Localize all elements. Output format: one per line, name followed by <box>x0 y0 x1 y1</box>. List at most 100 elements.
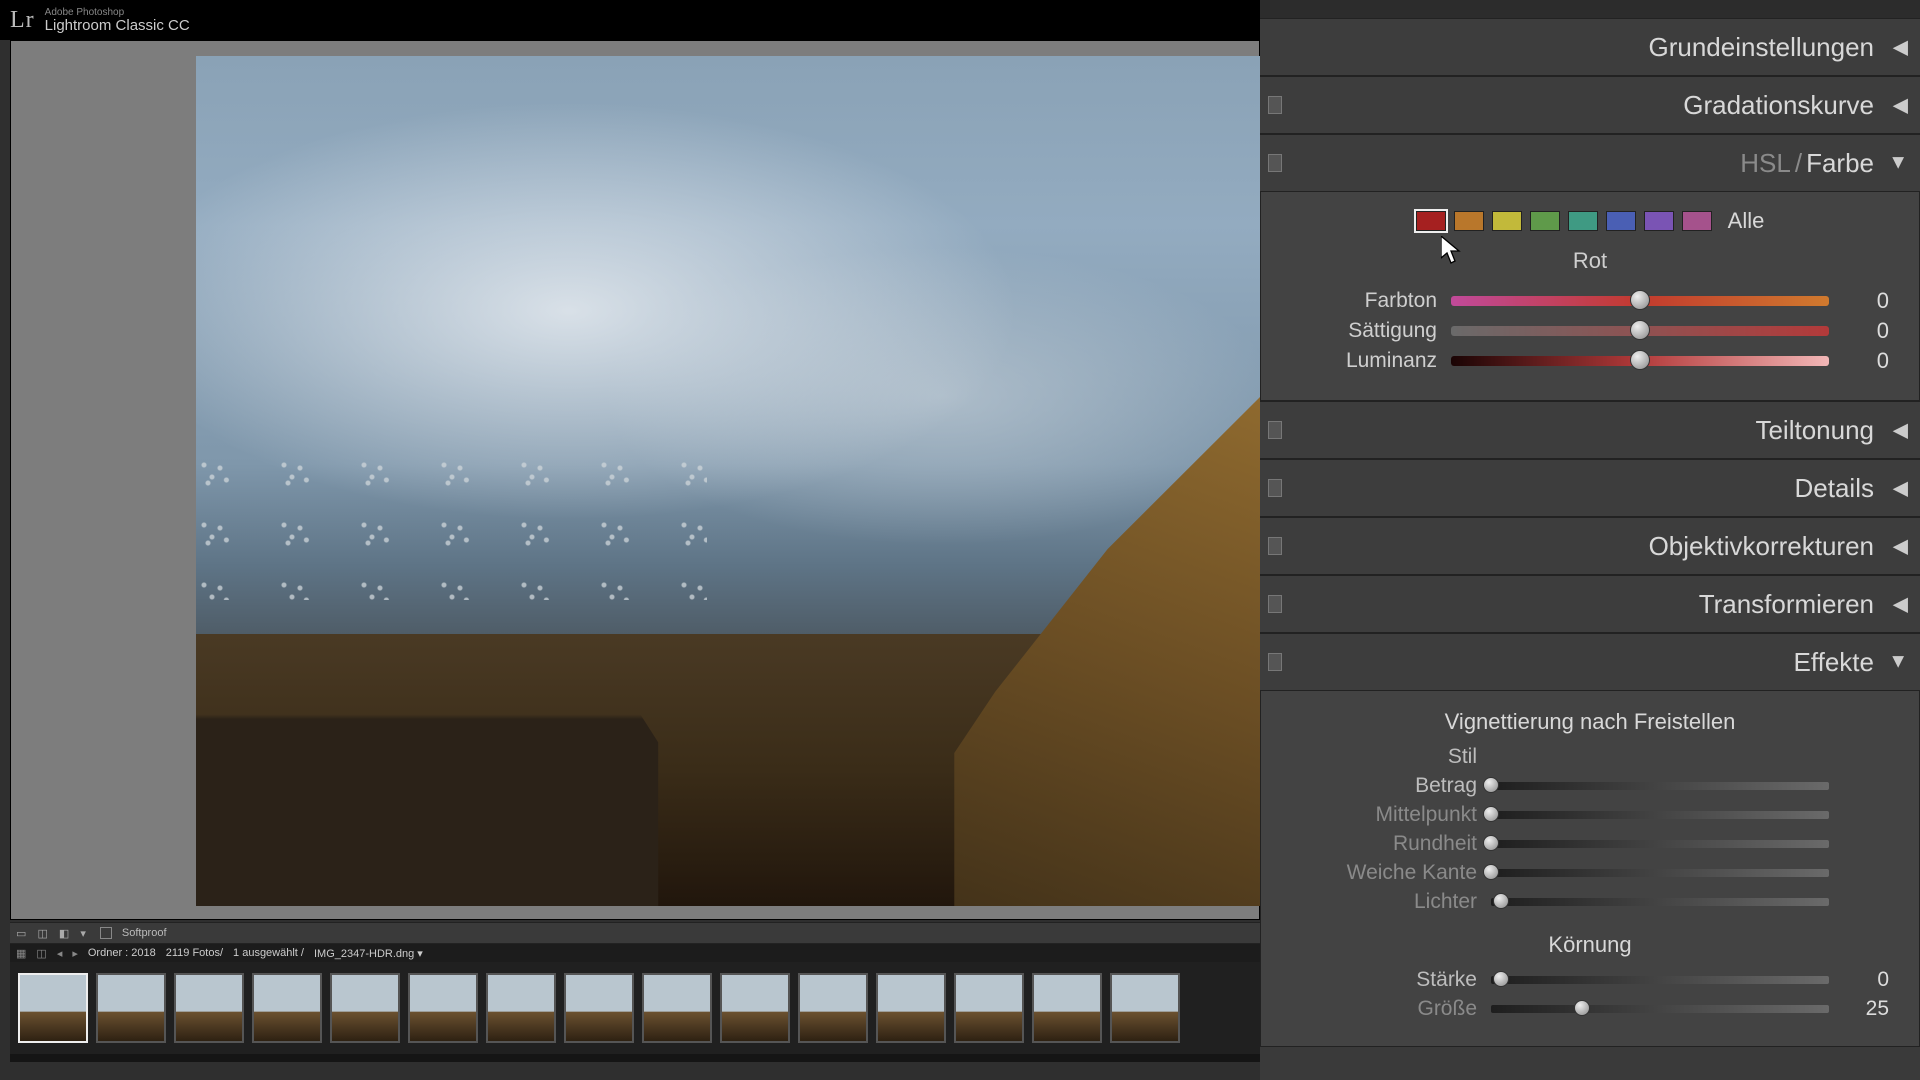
panel-hsl-label-right[interactable]: Farbe <box>1806 148 1874 178</box>
collapse-icon[interactable]: ◀ <box>1893 534 1908 559</box>
expand-icon[interactable]: ▼ <box>1888 651 1908 674</box>
slider-track[interactable] <box>1491 782 1829 790</box>
grain-subheader: Körnung <box>1291 932 1889 958</box>
color-swatch[interactable] <box>1644 211 1674 231</box>
softproof-checkbox[interactable] <box>100 927 112 939</box>
slider-label: Mittelpunkt <box>1291 803 1491 827</box>
collapse-icon[interactable]: ◀ <box>1893 592 1908 617</box>
all-colors-button[interactable]: Alle <box>1728 208 1765 234</box>
panel-switch[interactable] <box>1268 154 1282 172</box>
filmstrip-thumb[interactable] <box>876 973 946 1043</box>
color-swatch[interactable] <box>1568 211 1598 231</box>
slider-track[interactable] <box>1451 326 1829 336</box>
preview-image[interactable] <box>196 56 1261 906</box>
slider-knob[interactable] <box>1493 971 1509 987</box>
filmstrip-thumb[interactable] <box>252 973 322 1043</box>
filmstrip-thumb[interactable] <box>954 973 1024 1043</box>
slider-value[interactable]: 0 <box>1829 348 1889 374</box>
collapse-icon[interactable]: ◀ <box>1893 35 1908 60</box>
local-tools-strip[interactable] <box>1260 0 1920 18</box>
filmstrip-thumb[interactable] <box>174 973 244 1043</box>
second-window-icon[interactable]: ◫ <box>36 947 46 960</box>
slider-value[interactable]: 0 <box>1829 968 1889 992</box>
grid-icon[interactable]: ▦ <box>16 947 26 960</box>
app-logo: Lr <box>10 7 35 34</box>
slider-track[interactable] <box>1491 976 1829 984</box>
view-mode-icons[interactable]: ▭ ◫ ◧ ▾ <box>16 927 90 940</box>
panel-tonecurve[interactable]: Gradationskurve ◀ <box>1260 76 1920 134</box>
color-swatch[interactable] <box>1416 211 1446 231</box>
filmstrip-thumb[interactable] <box>408 973 478 1043</box>
nav-fwd-icon[interactable]: ▸ <box>72 947 78 960</box>
panel-switch[interactable] <box>1268 421 1282 439</box>
slider-track[interactable] <box>1491 869 1829 877</box>
view-options-bar[interactable]: ▭ ◫ ◧ ▾ Softproof <box>10 922 1260 944</box>
panel-transform[interactable]: Transformieren ◀ <box>1260 575 1920 633</box>
slider-label: Rundheit <box>1291 832 1491 856</box>
title-bar: Lr Adobe Photoshop Lightroom Classic CC <box>0 0 1260 40</box>
slider-track[interactable] <box>1491 898 1829 906</box>
filmstrip-thumb[interactable] <box>642 973 712 1043</box>
expand-icon[interactable]: ▼ <box>1888 152 1908 175</box>
collapse-icon[interactable]: ◀ <box>1893 93 1908 118</box>
slider-track[interactable] <box>1491 811 1829 819</box>
slider-knob[interactable] <box>1483 864 1499 880</box>
panel-splittone[interactable]: Teiltonung ◀ <box>1260 401 1920 459</box>
panel-hsl[interactable]: HSL/Farbe ▼ <box>1260 134 1920 192</box>
panel-switch[interactable] <box>1268 479 1282 497</box>
filmstrip-scrollbar[interactable] <box>10 1054 1260 1062</box>
collapse-icon[interactable]: ◀ <box>1893 476 1908 501</box>
slider-track[interactable] <box>1491 1005 1829 1013</box>
panel-detail[interactable]: Details ◀ <box>1260 459 1920 517</box>
slider-track[interactable] <box>1451 296 1829 306</box>
filmstrip-thumb[interactable] <box>720 973 790 1043</box>
filmstrip-thumb[interactable] <box>1110 973 1180 1043</box>
filmstrip-thumb[interactable] <box>1032 973 1102 1043</box>
slider-value[interactable]: 25 <box>1829 997 1889 1021</box>
filmstrip-thumb[interactable] <box>18 973 88 1043</box>
slider-value[interactable]: 0 <box>1829 318 1889 344</box>
hsl-panel-body: Alle Rot Farbton0Sättigung0Luminanz0 <box>1260 192 1920 401</box>
panel-basic[interactable]: Grundeinstellungen ◀ <box>1260 18 1920 76</box>
panel-hsl-label-left[interactable]: HSL <box>1740 148 1791 178</box>
slider-knob[interactable] <box>1493 893 1509 909</box>
panel-lens[interactable]: Objektivkorrekturen ◀ <box>1260 517 1920 575</box>
selected-color-name: Rot <box>1291 248 1889 274</box>
filmstrip-thumb[interactable] <box>486 973 556 1043</box>
slider-track[interactable] <box>1451 356 1829 366</box>
slider-knob[interactable] <box>1483 777 1499 793</box>
panel-basic-label: Grundeinstellungen <box>1649 32 1875 63</box>
color-swatch[interactable] <box>1492 211 1522 231</box>
color-swatch[interactable] <box>1682 211 1712 231</box>
slider-value[interactable]: 0 <box>1829 288 1889 314</box>
nav-back-icon[interactable]: ◂ <box>57 947 63 960</box>
color-swatch[interactable] <box>1454 211 1484 231</box>
slider-knob[interactable] <box>1574 1000 1590 1016</box>
slider-knob[interactable] <box>1630 320 1650 340</box>
filmstrip-thumb[interactable] <box>330 973 400 1043</box>
slider-label: Luminanz <box>1291 349 1451 373</box>
slider-track[interactable] <box>1491 840 1829 848</box>
filmstrip-thumb[interactable] <box>798 973 868 1043</box>
filmstrip-info-bar[interactable]: ▦ ◫ ◂ ▸ Ordner : 2018 2119 Fotos/ 1 ausg… <box>10 944 1260 962</box>
path-filename[interactable]: IMG_2347-HDR.dng ▾ <box>314 947 423 960</box>
filmstrip-thumb[interactable] <box>96 973 166 1043</box>
filmstrip[interactable] <box>10 962 1260 1054</box>
effects-panel-body: Vignettierung nach Freistellen StilBetra… <box>1260 691 1920 1047</box>
panel-switch[interactable] <box>1268 595 1282 613</box>
slider-knob[interactable] <box>1483 806 1499 822</box>
collapse-icon[interactable]: ◀ <box>1893 418 1908 443</box>
panel-switch[interactable] <box>1268 537 1282 555</box>
panel-effects[interactable]: Effekte ▼ <box>1260 633 1920 691</box>
panel-switch[interactable] <box>1268 96 1282 114</box>
color-swatch[interactable] <box>1606 211 1636 231</box>
panel-switch[interactable] <box>1268 653 1282 671</box>
filmstrip-thumb[interactable] <box>564 973 634 1043</box>
slider-knob[interactable] <box>1630 290 1650 310</box>
image-viewport[interactable] <box>10 40 1260 920</box>
slider-knob[interactable] <box>1483 835 1499 851</box>
slider-knob[interactable] <box>1630 350 1650 370</box>
slider-label: Größe <box>1291 997 1491 1021</box>
color-swatch[interactable] <box>1530 211 1560 231</box>
softproof-label: Softproof <box>122 927 167 939</box>
